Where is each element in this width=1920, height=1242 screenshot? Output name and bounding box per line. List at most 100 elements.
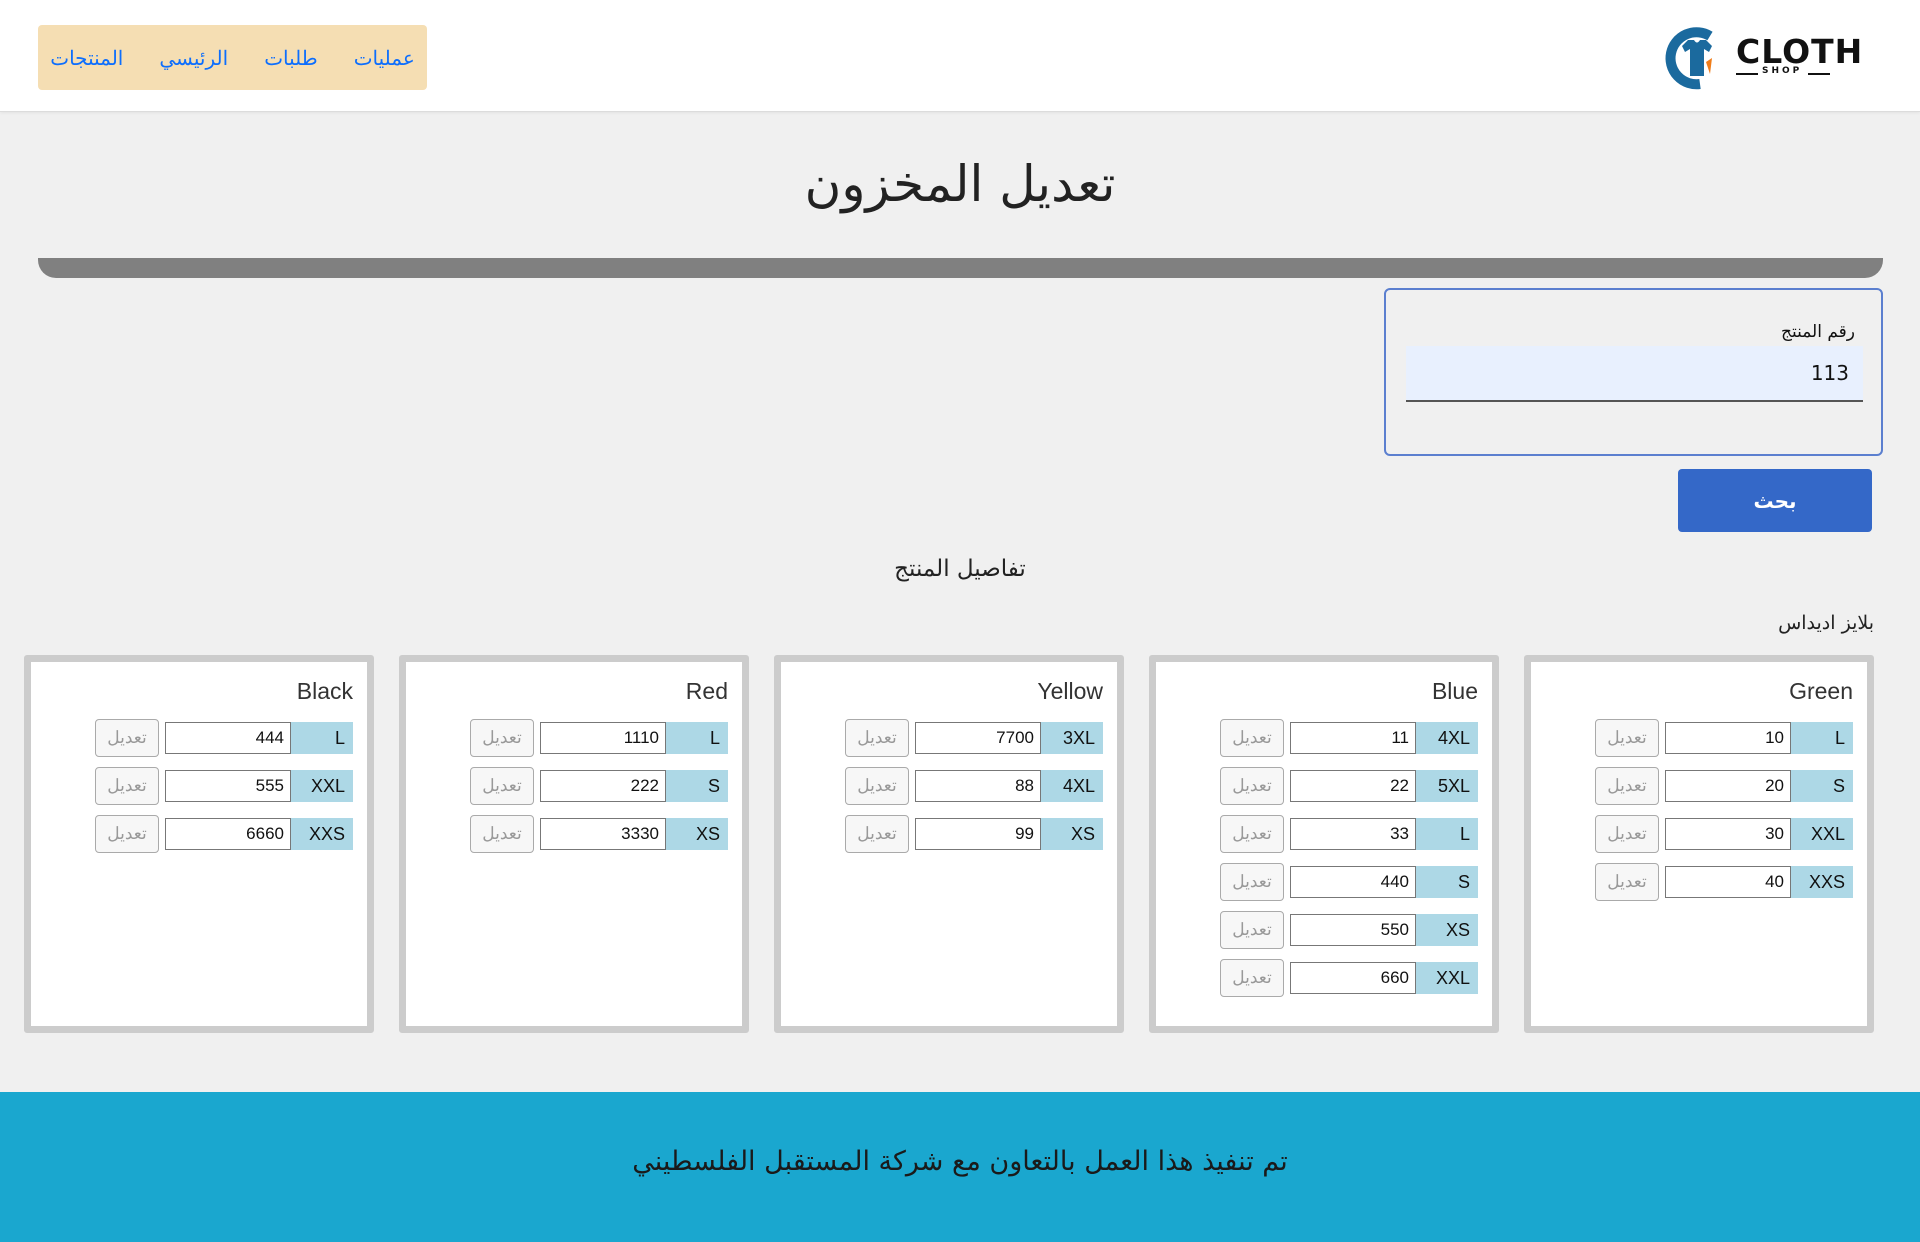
- edit-button[interactable]: تعديل: [470, 767, 534, 805]
- color-name: Green: [1789, 678, 1853, 704]
- size-label: 5XL: [1416, 770, 1478, 802]
- edit-button[interactable]: تعديل: [1595, 719, 1659, 757]
- size-row: L تعديل: [63, 719, 353, 757]
- edit-button[interactable]: تعديل: [470, 719, 534, 757]
- search-button[interactable]: بحث: [1678, 469, 1872, 532]
- size-label: L: [666, 722, 728, 754]
- size-row: 3XL تعديل: [813, 719, 1103, 757]
- page-title: تعديل المخزون: [804, 155, 1116, 213]
- main-nav: عمليات طلبات الرئيسي المنتجات: [38, 25, 427, 90]
- edit-button[interactable]: تعديل: [95, 767, 159, 805]
- title-divider: [38, 258, 1883, 278]
- color-cards: Green L تعديل S تعديل XXL تعديل XXS تعديل Blue 4XL…: [22, 655, 1920, 1033]
- size-label: S: [666, 770, 728, 802]
- size-row: 4XL تعديل: [813, 767, 1103, 805]
- size-label: XXL: [1791, 818, 1853, 850]
- cloth-shop-logo[interactable]: CLOTH SHOP: [1660, 22, 1862, 92]
- quantity-input[interactable]: [1290, 818, 1416, 850]
- edit-button[interactable]: تعديل: [845, 767, 909, 805]
- nav-home[interactable]: الرئيسي: [159, 46, 228, 70]
- shirt-logo-icon: [1665, 27, 1713, 90]
- quantity-input[interactable]: [1290, 722, 1416, 754]
- quantity-input[interactable]: [165, 770, 291, 802]
- nav-operations[interactable]: عمليات: [354, 46, 415, 70]
- quantity-input[interactable]: [915, 770, 1041, 802]
- size-label: 3XL: [1041, 722, 1103, 754]
- quantity-input[interactable]: [1665, 770, 1791, 802]
- edit-button[interactable]: تعديل: [1220, 767, 1284, 805]
- quantity-input[interactable]: [1665, 818, 1791, 850]
- size-label: XS: [1416, 914, 1478, 946]
- size-label: XXL: [291, 770, 353, 802]
- size-label: L: [1416, 818, 1478, 850]
- edit-button[interactable]: تعديل: [845, 719, 909, 757]
- footer: تم تنفيذ هذا العمل بالتعاون مع شركة المس…: [0, 1092, 1920, 1242]
- color-name: Red: [685, 678, 728, 704]
- color-name: Black: [296, 678, 353, 704]
- color-card-green: Green L تعديل S تعديل XXL تعديل XXS تعديل: [1524, 655, 1874, 1033]
- quantity-input[interactable]: [165, 818, 291, 850]
- size-row: S تعديل: [1188, 863, 1478, 901]
- color-name: Blue: [1431, 678, 1478, 704]
- logo-divider-left: [1736, 73, 1758, 75]
- size-row: XXL تعديل: [63, 767, 353, 805]
- quantity-input[interactable]: [1290, 914, 1416, 946]
- edit-button[interactable]: تعديل: [1220, 959, 1284, 997]
- product-number-input[interactable]: [1406, 346, 1863, 402]
- nav-products[interactable]: المنتجات: [50, 46, 123, 70]
- quantity-input[interactable]: [1665, 866, 1791, 898]
- size-label: XS: [1041, 818, 1103, 850]
- product-number-label: رقم المنتج: [1780, 322, 1855, 342]
- size-label: 4XL: [1041, 770, 1103, 802]
- size-row: S تعديل: [438, 767, 728, 805]
- product-search-card: رقم المنتج: [1384, 288, 1883, 456]
- size-row: XXS تعديل: [1563, 863, 1853, 901]
- edit-button[interactable]: تعديل: [1220, 911, 1284, 949]
- size-label: XXL: [1416, 962, 1478, 994]
- quantity-input[interactable]: [1665, 722, 1791, 754]
- edit-button[interactable]: تعديل: [1595, 767, 1659, 805]
- quantity-input[interactable]: [540, 818, 666, 850]
- size-label: L: [1791, 722, 1853, 754]
- edit-button[interactable]: تعديل: [1220, 815, 1284, 853]
- size-row: XXL تعديل: [1563, 815, 1853, 853]
- size-row: XXS تعديل: [63, 815, 353, 853]
- size-label: S: [1416, 866, 1478, 898]
- logo-divider-right: [1808, 73, 1830, 75]
- edit-button[interactable]: تعديل: [1595, 863, 1659, 901]
- size-row: 5XL تعديل: [1188, 767, 1478, 805]
- edit-button[interactable]: تعديل: [95, 719, 159, 757]
- size-row: 4XL تعديل: [1188, 719, 1478, 757]
- quantity-input[interactable]: [165, 722, 291, 754]
- size-label: XXS: [1791, 866, 1853, 898]
- logo-sub-text: SHOP: [1762, 66, 1803, 76]
- edit-button[interactable]: تعديل: [1220, 863, 1284, 901]
- color-card-yellow: Yellow 3XL تعديل 4XL تعديل XS تعديل: [774, 655, 1124, 1033]
- quantity-input[interactable]: [1290, 770, 1416, 802]
- quantity-input[interactable]: [1290, 962, 1416, 994]
- edit-button[interactable]: تعديل: [470, 815, 534, 853]
- color-card-blue: Blue4XLتعديل5XLتعديلLتعديلSتعديلXSتعديلX…: [1149, 655, 1499, 1033]
- color-name: Yellow: [1037, 678, 1103, 704]
- size-label: XXS: [291, 818, 353, 850]
- size-label: L: [291, 722, 353, 754]
- size-row: XS تعديل: [438, 815, 728, 853]
- edit-button[interactable]: تعديل: [845, 815, 909, 853]
- quantity-input[interactable]: [915, 722, 1041, 754]
- quantity-input[interactable]: [540, 722, 666, 754]
- size-row: XS تعديل: [813, 815, 1103, 853]
- color-card-black: Black L تعديل XXL تعديل XXS تعديل: [24, 655, 374, 1033]
- quantity-input[interactable]: [540, 770, 666, 802]
- size-label: S: [1791, 770, 1853, 802]
- quantity-input[interactable]: [1290, 866, 1416, 898]
- edit-button[interactable]: تعديل: [1595, 815, 1659, 853]
- edit-button[interactable]: تعديل: [95, 815, 159, 853]
- size-row: L تعديل: [438, 719, 728, 757]
- quantity-input[interactable]: [915, 818, 1041, 850]
- size-row: XS تعديل: [1188, 911, 1478, 949]
- product-name: بلايز اديداس: [1778, 612, 1874, 634]
- size-row: XXL تعديل: [1188, 959, 1478, 997]
- nav-orders[interactable]: طلبات: [264, 46, 318, 70]
- edit-button[interactable]: تعديل: [1220, 719, 1284, 757]
- size-row: L تعديل: [1188, 815, 1478, 853]
